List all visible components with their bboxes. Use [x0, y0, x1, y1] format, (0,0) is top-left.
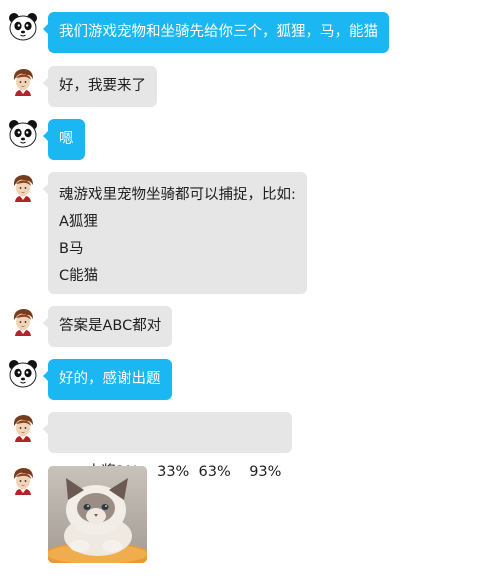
- message-line: A狐狸: [59, 214, 98, 230]
- panda-avatar-icon[interactable]: [8, 119, 38, 149]
- bubble-tail: [43, 78, 48, 88]
- bubble-tail: [43, 184, 48, 194]
- anime-character-avatar-icon[interactable]: [8, 66, 38, 96]
- bubble-tail: [43, 318, 48, 328]
- message-text: 好的，感谢出题: [59, 371, 161, 387]
- bubble-tail: [43, 24, 48, 34]
- message-bubble[interactable]: 中奖3% 33% 63% 93%: [43, 412, 293, 480]
- anime-character-avatar-icon[interactable]: [8, 412, 38, 442]
- message-bubble[interactable]: 好，我要来了: [43, 66, 157, 107]
- message-text: 我们游戏宠物和坐骑先给你三个，狐狸，马，能猫: [59, 24, 378, 40]
- message-bubble[interactable]: 我们游戏宠物和坐骑先给你三个，狐狸，马，能猫: [43, 12, 389, 53]
- bubble-tail: [43, 371, 48, 381]
- message-text: 好，我要来了: [59, 78, 146, 94]
- anime-character-avatar-icon[interactable]: [8, 172, 38, 202]
- cat-photo-image[interactable]: [48, 466, 147, 563]
- message-text: 嗯: [59, 131, 74, 147]
- message-bubble[interactable]: 嗯: [43, 119, 85, 160]
- panda-avatar-icon[interactable]: [8, 359, 38, 389]
- message-bubble[interactable]: 答案是ABC都对: [43, 306, 173, 347]
- message-line: B马: [59, 241, 84, 257]
- anime-character-avatar-icon[interactable]: [8, 306, 38, 336]
- chat-window: 我们游戏宠物和坐骑先给你三个，狐狸，马，能猫 好，我要来了 嗯 魂游戏里宠物坐骑…: [0, 0, 483, 585]
- message-line: 魂游戏里宠物坐骑都可以捕捉，比如:: [59, 187, 296, 203]
- message-bubble[interactable]: 好的，感谢出题: [43, 359, 172, 400]
- panda-avatar-icon[interactable]: [8, 12, 38, 42]
- message-line: C能猫: [59, 268, 99, 284]
- bubble-tail: [43, 131, 48, 141]
- bubble-tail: [43, 424, 48, 434]
- message-text: 答案是ABC都对: [59, 318, 162, 334]
- message-bubble[interactable]: 魂游戏里宠物坐骑都可以捕捉，比如: A狐狸 B马 C能猫: [43, 172, 307, 294]
- anime-character-avatar-icon[interactable]: [8, 465, 38, 495]
